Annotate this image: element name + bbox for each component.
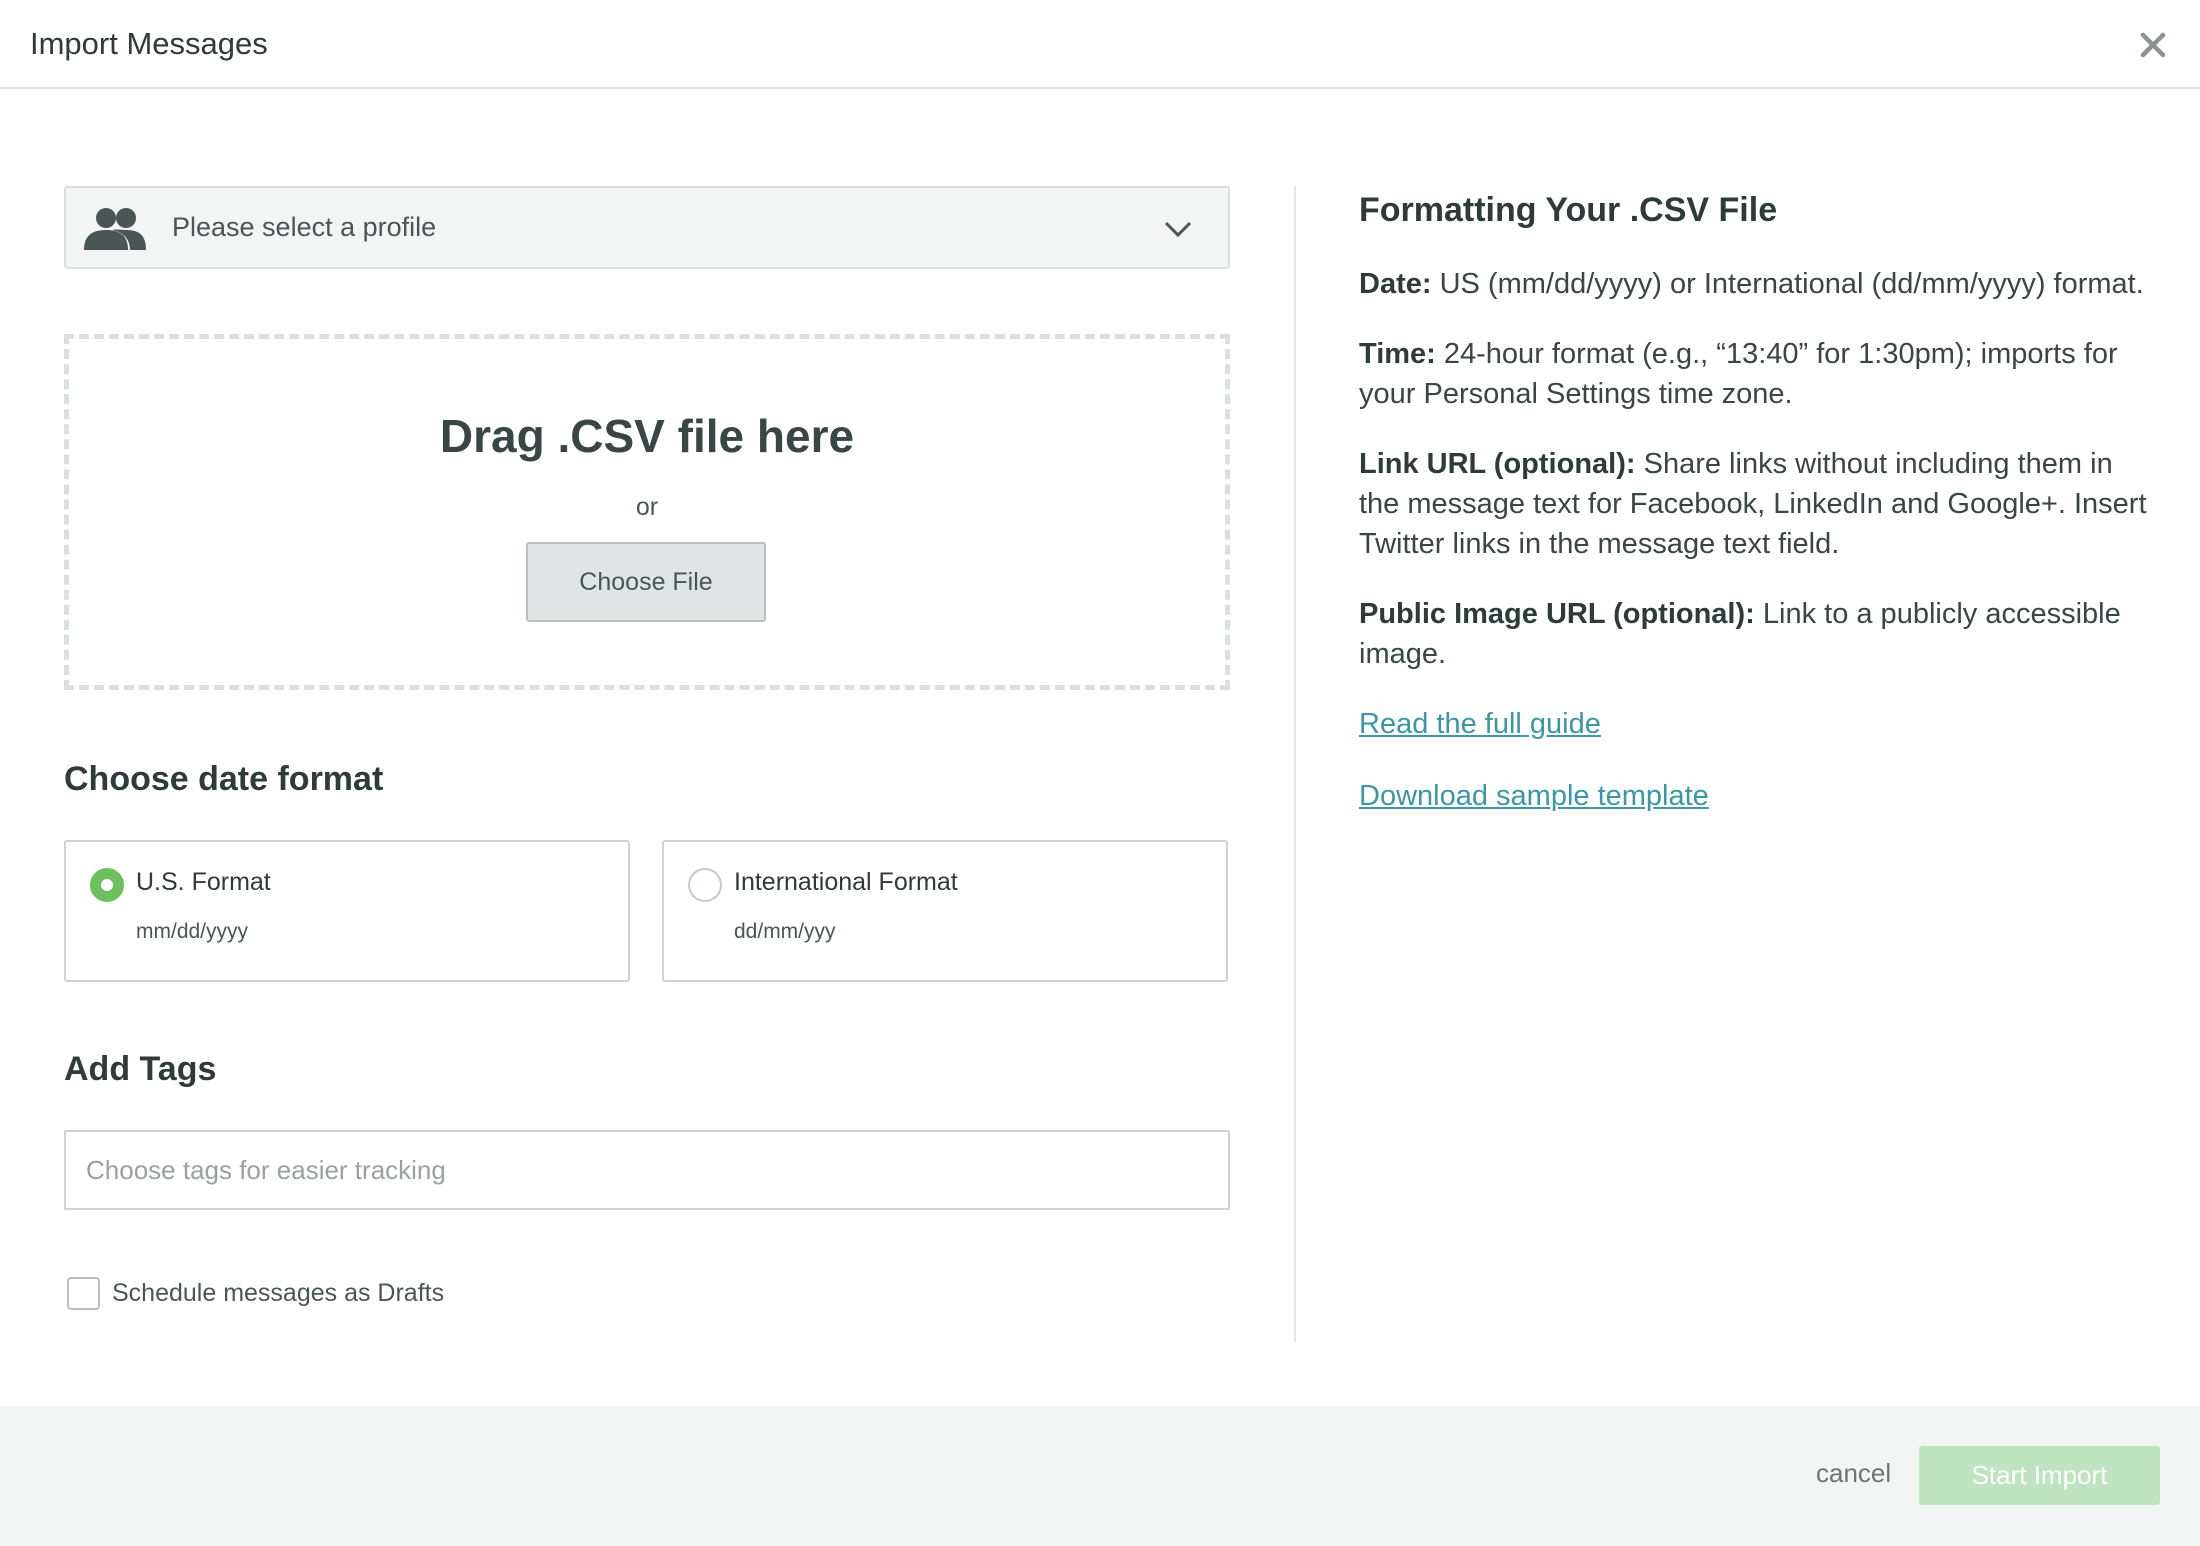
international-format-label: International Format bbox=[734, 868, 958, 896]
us-format-example: mm/dd/yyyy bbox=[136, 920, 249, 943]
info-time: Time: 24-hour format (e.g., “13:40” for … bbox=[1359, 334, 2159, 414]
profile-select[interactable]: Please select a profile bbox=[64, 186, 1230, 269]
info-date-text: US (mm/dd/yyyy) or International (dd/mm/… bbox=[1439, 268, 2144, 300]
tags-input[interactable] bbox=[64, 1130, 1230, 1210]
us-format-label: U.S. Format bbox=[136, 868, 271, 896]
download-template-link[interactable]: Download sample template bbox=[1359, 776, 2159, 816]
info-link-url-label: Link URL (optional): bbox=[1359, 448, 1636, 480]
csv-format-info: Formatting Your .CSV File Date: US (mm/d… bbox=[1359, 190, 2159, 848]
info-date-label: Date: bbox=[1359, 268, 1432, 300]
radio-selected-icon[interactable] bbox=[90, 868, 124, 902]
info-time-label: Time: bbox=[1359, 338, 1436, 370]
modal-footer: cancel Start Import bbox=[0, 1406, 2200, 1546]
info-link-url: Link URL (optional): Share links without… bbox=[1359, 444, 2159, 564]
info-image-url: Public Image URL (optional): Link to a p… bbox=[1359, 594, 2159, 674]
cancel-button[interactable]: cancel bbox=[1816, 1458, 1891, 1489]
users-icon bbox=[84, 208, 146, 250]
csv-dropzone[interactable]: Drag .CSV file here or Choose File bbox=[64, 334, 1230, 690]
info-date: Date: US (mm/dd/yyyy) or International (… bbox=[1359, 264, 2159, 304]
chevron-down-icon bbox=[1164, 221, 1192, 238]
choose-file-button[interactable]: Choose File bbox=[526, 542, 766, 622]
dropzone-title: Drag .CSV file here bbox=[439, 410, 855, 462]
modal-title: Import Messages bbox=[30, 26, 268, 61]
add-tags-title: Add Tags bbox=[64, 1050, 217, 1088]
info-time-text: 24-hour format (e.g., “13:40” for 1:30pm… bbox=[1359, 338, 2118, 410]
international-format-option[interactable]: International Format dd/mm/yyy bbox=[662, 840, 1228, 982]
info-image-url-label: Public Image URL (optional): bbox=[1359, 598, 1755, 630]
column-divider bbox=[1294, 186, 1296, 1342]
profile-select-label: Please select a profile bbox=[172, 212, 437, 242]
international-format-example: dd/mm/yyy bbox=[734, 920, 836, 943]
start-import-button[interactable]: Start Import bbox=[1919, 1446, 2160, 1505]
us-format-option[interactable]: U.S. Format mm/dd/yyyy bbox=[64, 840, 630, 982]
radio-unselected-icon[interactable] bbox=[688, 868, 722, 902]
close-icon[interactable] bbox=[2132, 24, 2174, 66]
drafts-checkbox[interactable] bbox=[67, 1277, 100, 1310]
date-format-title: Choose date format bbox=[64, 760, 384, 798]
info-title: Formatting Your .CSV File bbox=[1359, 191, 1778, 229]
modal-header: Import Messages bbox=[0, 0, 2200, 89]
dropzone-or: or bbox=[635, 493, 659, 521]
drafts-label: Schedule messages as Drafts bbox=[112, 1279, 445, 1307]
read-guide-link[interactable]: Read the full guide bbox=[1359, 704, 2159, 744]
